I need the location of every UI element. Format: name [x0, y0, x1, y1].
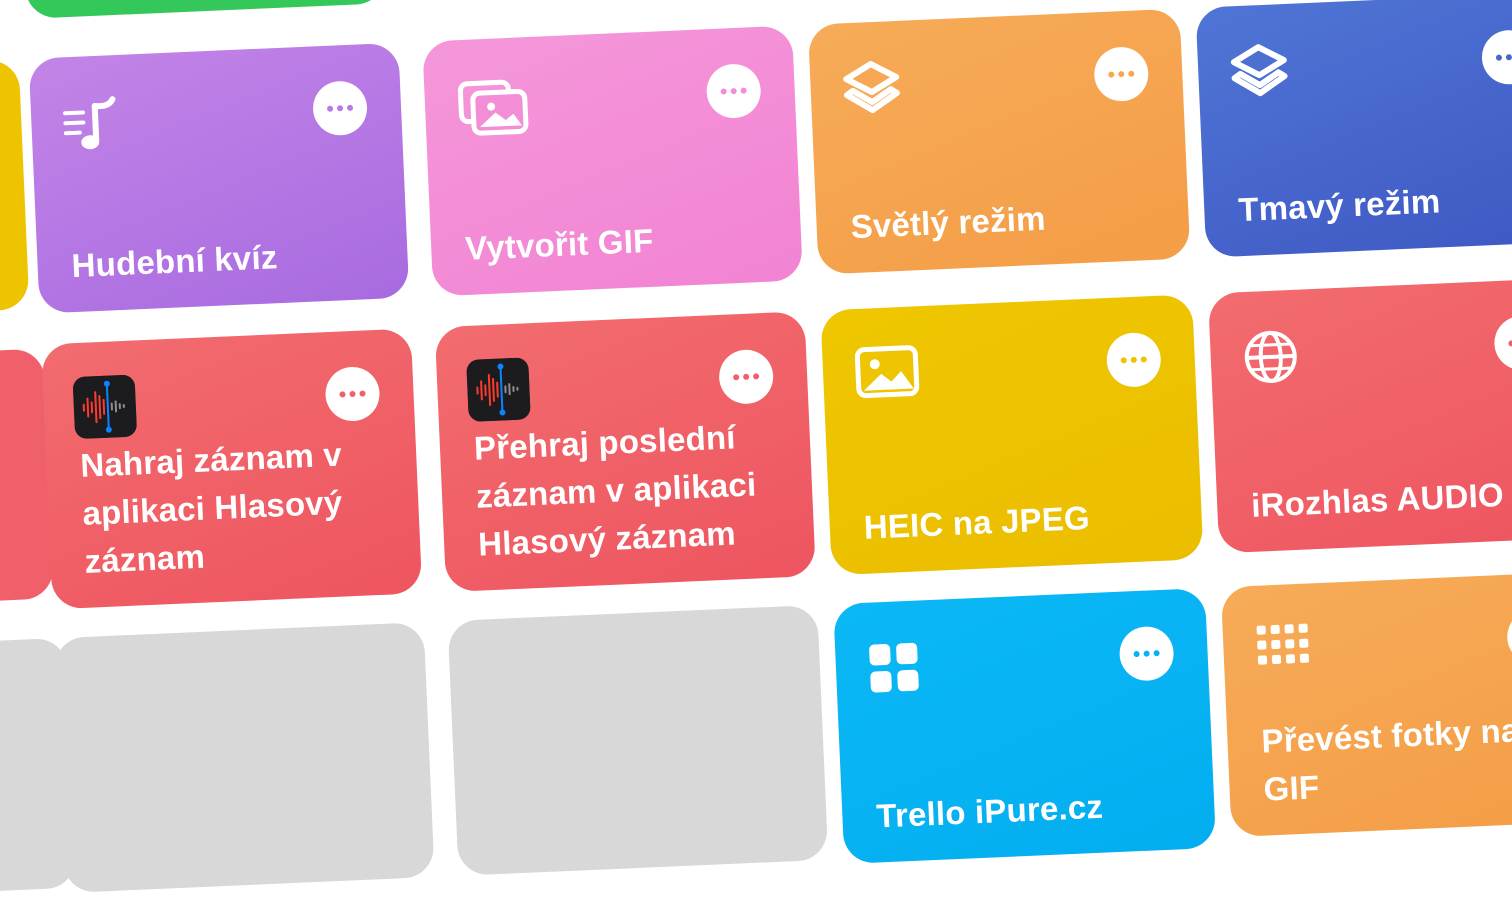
shortcut-title: Převést fotky na GIF: [1261, 704, 1512, 813]
more-button[interactable]: [1481, 29, 1512, 85]
more-button[interactable]: [1106, 332, 1162, 388]
shortcut-card-heic-na-jpeg[interactable]: HEIC na JPEG: [820, 294, 1203, 575]
shortcut-card-hudebni-kviz[interactable]: Hudební kvíz: [29, 43, 410, 314]
shortcut-title: iRozhlas AUDIO: [1250, 468, 1512, 529]
empty-shortcut-slot: [54, 622, 435, 893]
shortcut-title: HEIC na JPEG: [863, 490, 1173, 551]
shortcut-card-irozhlas-audio[interactable]: iRozhlas AUDIO: [1208, 277, 1512, 553]
layers-icon: [839, 57, 904, 127]
shortcut-card-prehraj-posledni-zaznam[interactable]: Přehraj poslední záznam v aplikaci Hlaso…: [435, 311, 816, 592]
voice-memos-icon: [466, 357, 531, 422]
more-button[interactable]: [1506, 609, 1512, 665]
voice-memos-icon: [73, 374, 138, 439]
shortcut-card-prevest-fotky-na-gif[interactable]: Převést fotky na GIF: [1221, 571, 1512, 837]
shortcut-card-vytvorit-gif[interactable]: Vytvořit GIF: [422, 25, 803, 296]
shortcut-title: Světlý režim: [850, 190, 1160, 251]
shortcut-card-nahraj-zaznam[interactable]: Nahraj záznam v aplikaci Hlasový záznam: [41, 328, 422, 609]
shortcut-title: Tmavý režim: [1237, 173, 1512, 234]
more-button[interactable]: [324, 366, 380, 422]
music-list-icon: [60, 95, 127, 163]
shortcut-title: Hudební kvíz: [71, 229, 379, 290]
shortcut-title: Trello iPure.cz: [875, 779, 1185, 840]
shortcut-card-svetly-rezim[interactable]: Světlý režim: [808, 9, 1191, 275]
shortcut-card-trello-ipure[interactable]: Trello iPure.cz: [833, 588, 1216, 864]
shortcut-card-tmavy-rezim[interactable]: Tmavý režim: [1195, 0, 1512, 258]
more-button[interactable]: [1118, 625, 1174, 681]
shortcut-card-partial-yellow[interactable]: [0, 59, 30, 324]
shortcut-title: Vytvořit GIF: [464, 212, 772, 273]
shortcut-title: Přehraj poslední záznam v aplikaci Hlaso…: [473, 411, 785, 568]
dots-grid-icon: [1254, 621, 1316, 673]
apps-grid-icon: [867, 641, 921, 700]
more-button[interactable]: [312, 80, 368, 136]
photo-icon: [854, 344, 920, 404]
shortcut-card-partial-green[interactable]: [23, 0, 386, 19]
globe-icon: [1242, 328, 1301, 391]
photos-icon: [456, 75, 531, 143]
empty-shortcut-slot: [448, 605, 829, 876]
more-button[interactable]: [1493, 315, 1512, 371]
more-button[interactable]: [706, 63, 762, 119]
shortcuts-grid: Hudební kvíz Vytvořit GIF Světlý režim: [0, 0, 1512, 874]
more-button[interactable]: [1093, 46, 1149, 102]
shortcut-title: Nahraj záznam v aplikaci Hlasový záznam: [79, 429, 391, 586]
more-button[interactable]: [718, 349, 774, 405]
layers-icon: [1227, 40, 1292, 110]
